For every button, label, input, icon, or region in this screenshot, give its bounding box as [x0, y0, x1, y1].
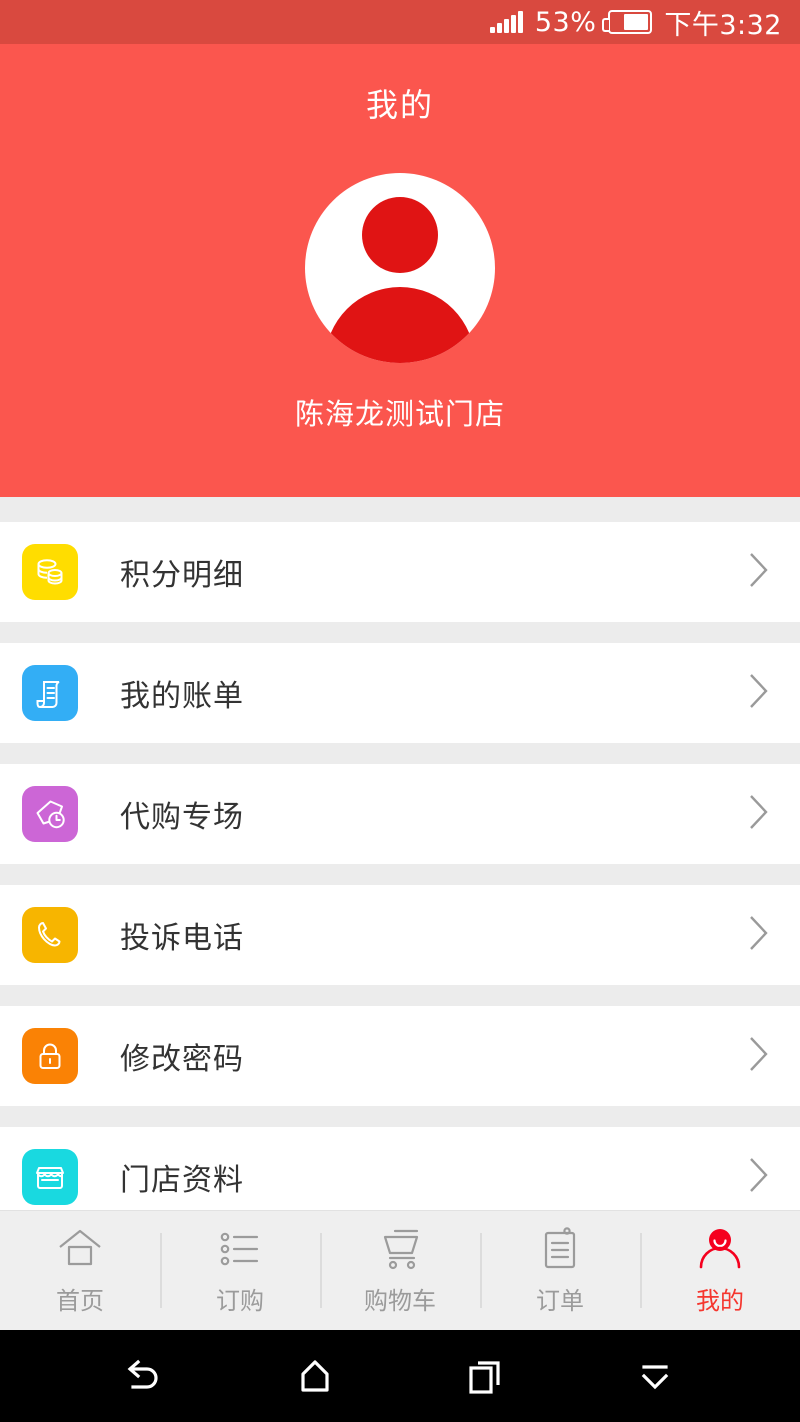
bottom-tab-bar: 首页 订购 购物车 订单 我的: [0, 1210, 800, 1330]
menu-item-points-detail[interactable]: 积分明细: [0, 522, 800, 622]
tab-label: 订单: [536, 1286, 584, 1315]
menu-item-label: 代购专场: [120, 800, 244, 835]
tab-label: 我的: [696, 1286, 744, 1315]
battery-percent-label: 53%: [534, 6, 597, 38]
menu-item-change-password[interactable]: 修改密码: [0, 1006, 800, 1106]
cart-icon: [377, 1226, 423, 1272]
coins-icon: [22, 544, 78, 600]
menu-item-label: 我的账单: [120, 679, 244, 714]
tab-label: 首页: [56, 1286, 104, 1315]
profile-header: 我的 陈海龙测试门店: [0, 44, 800, 497]
back-icon[interactable]: [110, 1341, 180, 1411]
person-icon: [697, 1226, 743, 1272]
status-bar-right: 53% 下午3:32: [489, 3, 782, 42]
storefront-icon: [22, 1149, 78, 1205]
bill-scroll-icon: [22, 665, 78, 721]
store-name-label: 陈海龙测试门店: [294, 397, 505, 431]
chevron-right-icon: [748, 672, 770, 714]
chevron-right-icon: [748, 551, 770, 593]
tab-orders[interactable]: 订单: [480, 1211, 640, 1330]
menu-item-purchase-agent[interactable]: 代购专场: [0, 764, 800, 864]
tag-clock-icon: [22, 786, 78, 842]
tab-order-products[interactable]: 订购: [160, 1211, 320, 1330]
tab-label: 购物车: [364, 1286, 436, 1315]
tab-label: 订购: [216, 1286, 264, 1315]
battery-icon: [602, 10, 653, 34]
user-avatar-icon: [305, 173, 495, 363]
android-navigation-bar: [0, 1330, 800, 1422]
menu-item-complaint-phone[interactable]: 投诉电话: [0, 885, 800, 985]
home-icon: [57, 1226, 103, 1272]
chevron-right-icon: [748, 1035, 770, 1077]
phone-screen: 53% 下午3:32 我的 陈海龙测试门店 积分明细 我的账单 代购专场 投诉电…: [0, 0, 800, 1422]
menu-item-label: 积分明细: [120, 558, 244, 593]
page-title: 我的: [365, 86, 434, 124]
lock-icon: [22, 1028, 78, 1084]
status-bar: 53% 下午3:32: [0, 0, 800, 44]
status-clock: 下午3:32: [664, 9, 782, 41]
clipboard-icon: [539, 1226, 581, 1272]
tab-mine[interactable]: 我的: [640, 1211, 800, 1330]
menu-item-my-bill[interactable]: 我的账单: [0, 643, 800, 743]
tab-shopping-cart[interactable]: 购物车: [320, 1211, 480, 1330]
menu-item-label: 修改密码: [120, 1042, 244, 1077]
chevron-right-icon: [748, 1156, 770, 1198]
chevron-right-icon: [748, 914, 770, 956]
tab-home[interactable]: 首页: [0, 1211, 160, 1330]
chevron-right-icon: [748, 793, 770, 835]
menu-item-label: 投诉电话: [120, 921, 244, 956]
hide-navbar-icon[interactable]: [620, 1341, 690, 1411]
home-icon[interactable]: [280, 1341, 350, 1411]
list-icon: [217, 1226, 263, 1272]
menu-item-label: 门店资料: [120, 1163, 244, 1198]
menu-item-store-info[interactable]: 门店资料: [0, 1127, 800, 1210]
signal-bars-icon: [489, 11, 523, 33]
avatar[interactable]: [305, 173, 495, 363]
recents-icon[interactable]: [450, 1341, 520, 1411]
menu-list: 积分明细 我的账单 代购专场 投诉电话 修改密码 门店资料: [0, 497, 800, 1210]
phone-icon: [22, 907, 78, 963]
